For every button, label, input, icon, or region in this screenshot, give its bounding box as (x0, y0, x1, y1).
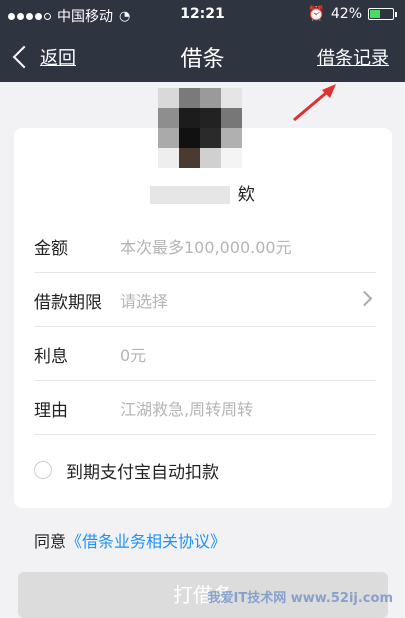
term-row[interactable]: 借款期限 请选择 (34, 272, 376, 327)
alarm-icon: ⏰ (307, 6, 325, 22)
amount-input[interactable]: 本次最多100,000.00元 (120, 234, 292, 258)
auto-deduct-label: 到期支付宝自动扣款 (66, 462, 219, 483)
status-bar: 中国移动 ◔ 12:21 ⏰ 42% (0, 0, 405, 30)
reason-input[interactable]: 江湖救急,周转周转 (120, 396, 253, 420)
annotation-arrow-icon (293, 84, 336, 122)
reason-label: 理由 (34, 401, 68, 421)
nav-bar: 返回 借条 借条记录 (0, 30, 405, 82)
interest-label: 利息 (34, 347, 68, 367)
status-right: ⏰ 42% (307, 6, 397, 22)
battery-percent: 42% (330, 6, 362, 22)
term-label: 借款期限 (34, 293, 102, 313)
amount-label: 金额 (34, 239, 68, 259)
avatar (158, 88, 242, 168)
battery-icon (368, 8, 394, 20)
chevron-right-icon (356, 290, 373, 307)
interest-row: 利息 0元 (34, 326, 376, 381)
term-select[interactable]: 请选择 (120, 288, 168, 312)
interest-value: 0元 (120, 346, 147, 365)
loan-records-link[interactable]: 借条记录 (317, 44, 389, 70)
reason-row[interactable]: 理由 江湖救急,周转周转 (34, 380, 376, 435)
agreement-prefix: 同意 (34, 532, 67, 551)
amount-row[interactable]: 金额 本次最多100,000.00元 (34, 218, 376, 273)
auto-deduct-checkbox[interactable] (34, 461, 52, 479)
battery-tip (395, 11, 397, 17)
auto-deduct-option[interactable]: 到期支付宝自动扣款 (34, 452, 219, 488)
name-suffix: 欸 (237, 185, 255, 205)
recipient-name: 欸 (0, 180, 405, 205)
agreement-link[interactable]: 《借条业务相关协议》 (66, 532, 226, 551)
name-blur (150, 186, 231, 204)
watermark: 我爱IT技术网 www.52ij.com (207, 591, 394, 606)
agreement: 同意《借条业务相关协议》 (34, 528, 226, 552)
